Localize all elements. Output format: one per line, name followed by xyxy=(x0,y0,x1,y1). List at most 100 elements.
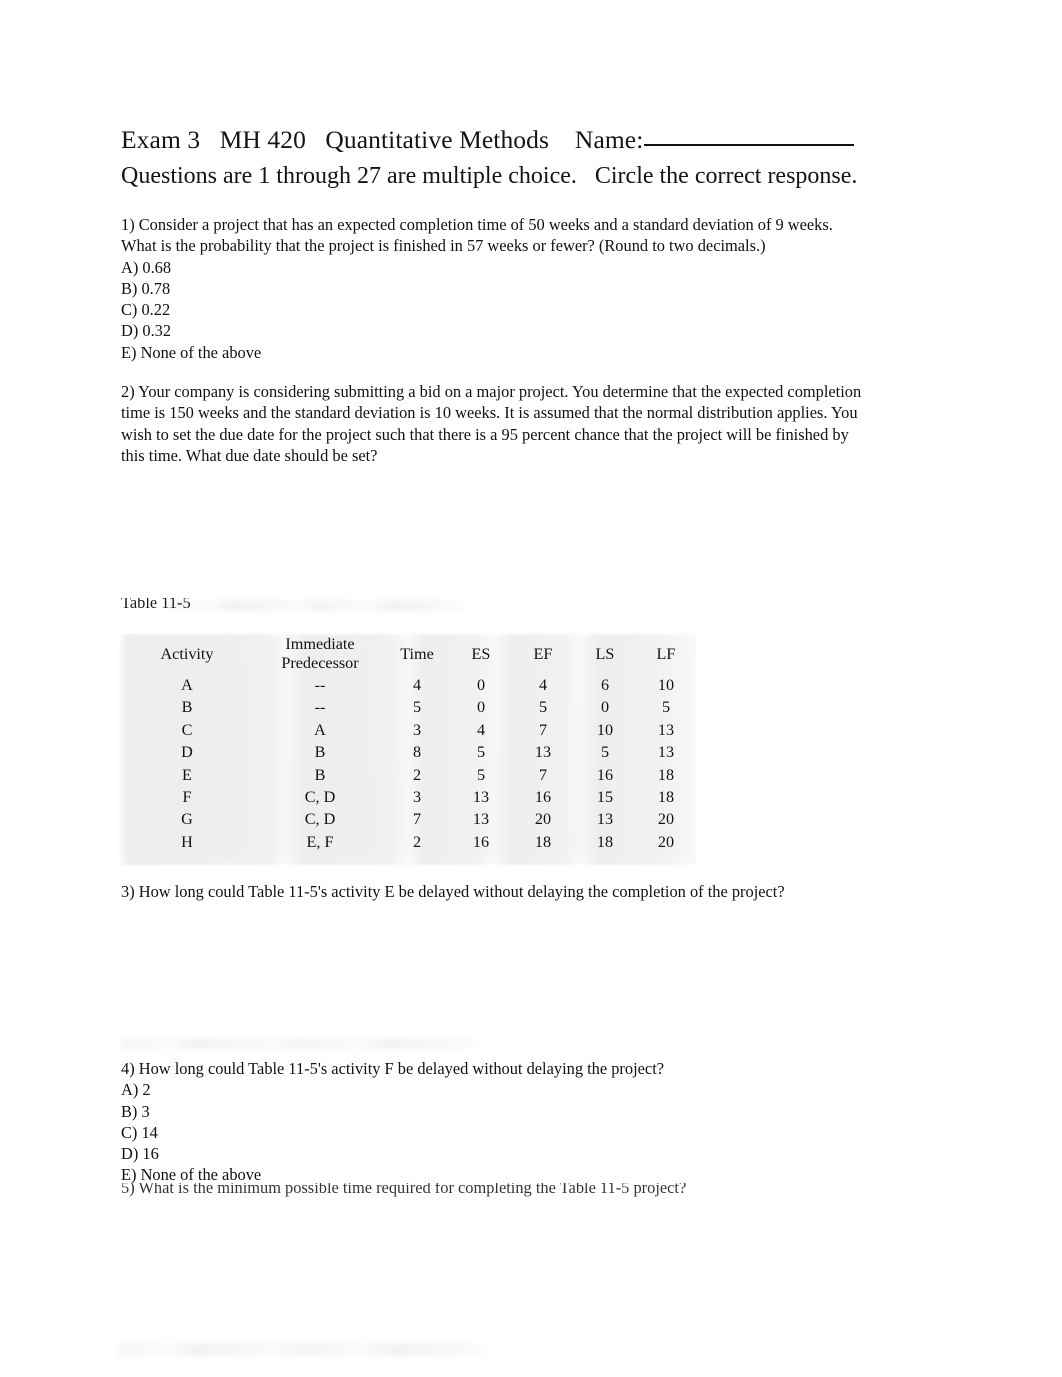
cell-es: 13 xyxy=(472,788,490,807)
table-row: F C, D 3 13 16 15 18 xyxy=(118,786,696,808)
question-1-option-a[interactable]: A) 0.68 xyxy=(121,257,869,278)
column-header-ls: LS xyxy=(595,644,615,663)
document-page: Exam 3 MH 420 Quantitative Methods Name:… xyxy=(0,0,1062,1377)
cell-activity: B xyxy=(181,698,193,717)
cell-es: 0 xyxy=(476,698,486,717)
exam-instructions: Questions are 1 through 27 are multiple … xyxy=(121,163,858,189)
question-5: 5) What is the minimum possible time req… xyxy=(121,1183,921,1198)
question-1-option-c[interactable]: C) 0.22 xyxy=(121,299,869,320)
question-1-option-d[interactable]: D) 0.32 xyxy=(121,320,869,341)
table-row: G C, D 7 13 20 13 20 xyxy=(118,808,696,830)
cell-lf: 18 xyxy=(657,765,675,784)
cell-ls: 10 xyxy=(596,720,614,739)
project-table: Activity Immediate Predecessor Time ES E… xyxy=(118,634,696,865)
cell-predecessor: -- xyxy=(314,698,326,717)
cell-predecessor: B xyxy=(314,765,326,784)
cell-ef: 13 xyxy=(534,743,552,762)
cell-time: 2 xyxy=(412,765,422,784)
table-row: E B 2 5 7 16 18 xyxy=(118,764,696,786)
cell-lf: 13 xyxy=(657,720,675,739)
cell-ef: 16 xyxy=(534,788,552,807)
table-row: A -- 4 0 4 6 10 xyxy=(118,674,696,696)
question-4: 4) How long could Table 11-5's activity … xyxy=(121,1058,901,1185)
scan-artifact-band-bottom xyxy=(118,1343,490,1356)
cell-time: 2 xyxy=(412,832,422,851)
table-header-row: Activity Immediate Predecessor Time ES E… xyxy=(118,634,696,674)
cell-time: 5 xyxy=(412,698,422,717)
cell-ls: 5 xyxy=(600,743,610,762)
cell-ls: 18 xyxy=(596,832,614,851)
cell-predecessor: -- xyxy=(314,676,326,694)
question-2-text: 2) Your company is considering submittin… xyxy=(121,382,862,466)
cell-predecessor: B xyxy=(314,743,326,762)
exam-title-line: Exam 3 MH 420 Quantitative Methods Name: xyxy=(121,122,921,158)
cell-ef: 7 xyxy=(538,765,548,784)
cell-ef: 18 xyxy=(534,832,552,851)
cell-predecessor: C, D xyxy=(304,810,336,829)
cell-es: 4 xyxy=(476,720,486,739)
question-1-option-b[interactable]: B) 0.78 xyxy=(121,278,869,299)
cell-lf: 20 xyxy=(657,832,675,851)
cell-ef: 4 xyxy=(538,676,548,694)
question-4-option-c[interactable]: C) 14 xyxy=(121,1122,901,1143)
cell-lf: 13 xyxy=(657,743,675,762)
cell-activity: E xyxy=(182,765,192,784)
cell-predecessor: E, F xyxy=(306,832,334,851)
cell-ef: 7 xyxy=(538,720,548,739)
scan-artifact-band-middle xyxy=(121,1038,481,1049)
cell-ls: 13 xyxy=(596,810,614,829)
column-header-time: Time xyxy=(400,644,434,663)
cell-time: 3 xyxy=(412,788,422,807)
cell-activity: C xyxy=(181,720,193,739)
question-1-option-e[interactable]: E) None of the above xyxy=(121,342,869,363)
cell-activity: G xyxy=(181,810,193,829)
column-header-activity: Activity xyxy=(160,644,214,663)
cell-activity: F xyxy=(182,788,192,807)
cell-es: 13 xyxy=(472,810,490,829)
cell-time: 4 xyxy=(412,676,422,694)
table-row: B -- 5 0 5 0 5 xyxy=(118,696,696,718)
cell-time: 3 xyxy=(412,720,422,739)
cell-activity: D xyxy=(181,743,193,762)
cell-lf: 10 xyxy=(657,676,675,694)
table-caption-text: Table 11-5 xyxy=(121,598,191,612)
cell-lf: 20 xyxy=(657,810,675,829)
cell-predecessor: C, D xyxy=(304,788,336,807)
cell-activity: H xyxy=(181,832,193,851)
cell-time: 7 xyxy=(412,810,422,829)
cell-lf: 5 xyxy=(661,698,671,717)
question-1-text: 1) Consider a project that has an expect… xyxy=(121,215,833,256)
exam-title-text: Exam 3 MH 420 Quantitative Methods Name: xyxy=(121,125,644,154)
table-caption: Table 11-5 xyxy=(121,598,191,612)
cell-ls: 6 xyxy=(600,676,610,694)
table-head: Activity Immediate Predecessor Time ES E… xyxy=(118,634,696,674)
cell-es: 5 xyxy=(476,765,486,784)
cell-time: 8 xyxy=(412,743,422,762)
cell-ls: 15 xyxy=(596,788,614,807)
question-4-option-b[interactable]: B) 3 xyxy=(121,1101,901,1122)
cell-es: 5 xyxy=(476,743,486,762)
question-4-text: 4) How long could Table 11-5's activity … xyxy=(121,1059,665,1078)
cell-ls: 16 xyxy=(596,765,614,784)
column-header-es: ES xyxy=(471,644,491,663)
cell-ef: 20 xyxy=(534,810,552,829)
question-4-option-d[interactable]: D) 16 xyxy=(121,1143,901,1164)
column-header-immediate-predecessor: Immediate Predecessor xyxy=(281,635,359,672)
cell-predecessor: A xyxy=(314,720,326,739)
cell-es: 0 xyxy=(476,676,486,694)
question-3: 3) How long could Table 11-5's activity … xyxy=(121,881,901,902)
table-row: H E, F 2 16 18 18 20 xyxy=(118,831,696,853)
question-4-option-a[interactable]: A) 2 xyxy=(121,1079,901,1100)
name-blank-rule xyxy=(644,144,855,146)
question-1: 1) Consider a project that has an expect… xyxy=(121,214,869,363)
table-row: D B 8 5 13 5 13 xyxy=(118,741,696,763)
exam-header: Exam 3 MH 420 Quantitative Methods Name:… xyxy=(121,122,921,193)
question-5-text: 5) What is the minimum possible time req… xyxy=(121,1183,687,1197)
table-body: A -- 4 0 4 6 10 B -- 5 0 5 0 5 C A 3 4 7… xyxy=(118,674,696,853)
cell-ls: 0 xyxy=(600,698,610,717)
scan-artifact-band-top xyxy=(170,600,470,611)
column-header-ef: EF xyxy=(533,644,553,663)
question-2: 2) Your company is considering submittin… xyxy=(121,381,873,467)
cell-lf: 18 xyxy=(657,788,675,807)
table-row: C A 3 4 7 10 13 xyxy=(118,719,696,741)
